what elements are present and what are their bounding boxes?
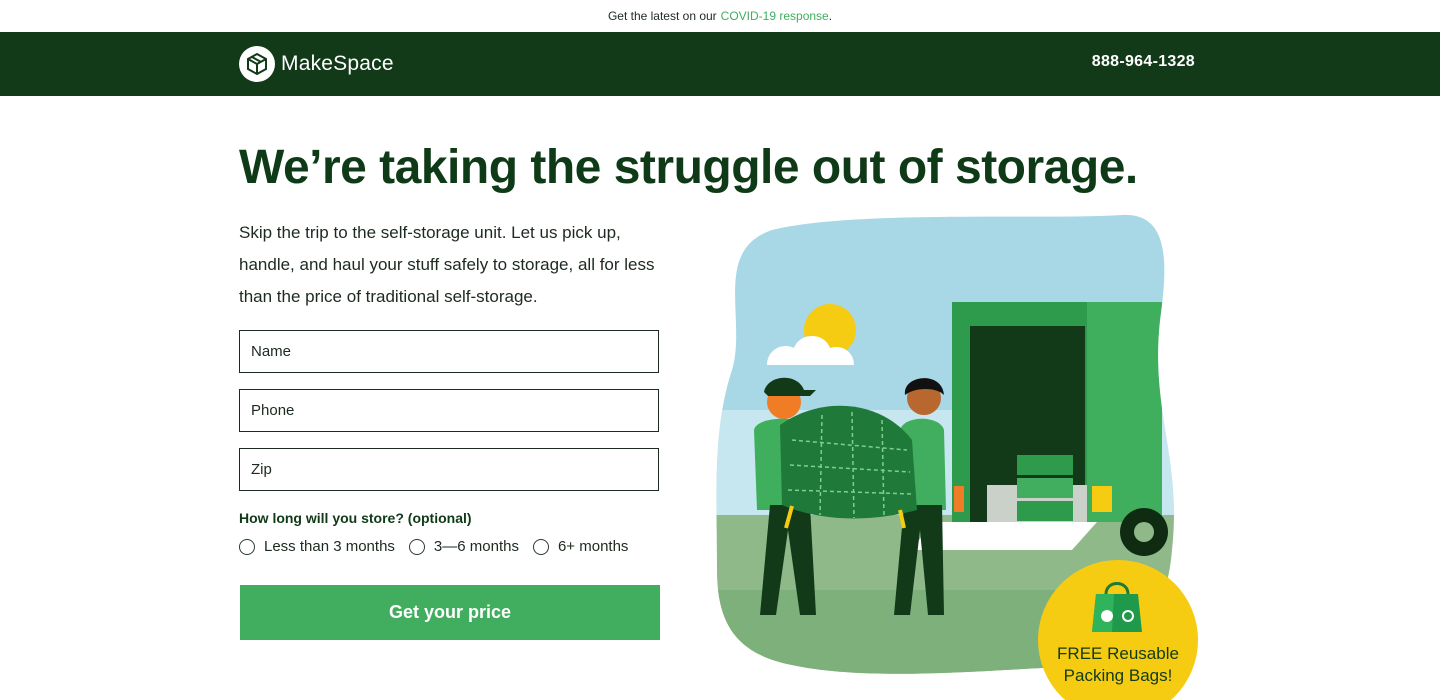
phone-number-link[interactable]: 888-964-1328 bbox=[1092, 53, 1195, 71]
covid-response-link[interactable]: COVID-19 response bbox=[721, 9, 829, 23]
phone-field[interactable] bbox=[239, 389, 659, 432]
radio-label: Less than 3 months bbox=[264, 538, 395, 555]
radio-6-plus-months[interactable]: 6+ months bbox=[532, 538, 629, 555]
box-logo-icon bbox=[239, 46, 275, 82]
packing-bag-icon bbox=[1092, 582, 1142, 632]
announcement-suffix: . bbox=[828, 9, 833, 23]
zip-input[interactable] bbox=[251, 449, 658, 490]
name-field[interactable] bbox=[239, 330, 659, 373]
radio-button[interactable] bbox=[532, 538, 549, 555]
radio-label: 3—6 months bbox=[433, 538, 519, 555]
announcement-text: Get the latest on our bbox=[607, 9, 717, 23]
get-your-price-button[interactable]: Get your price bbox=[240, 585, 660, 640]
storage-duration-label: How long will you store? (optional) bbox=[239, 510, 472, 526]
name-input[interactable] bbox=[251, 331, 658, 372]
badge-line-2: Packing Bags! bbox=[1063, 666, 1173, 685]
radio-3-to-6-months[interactable]: 3—6 months bbox=[408, 538, 519, 555]
site-header: MakeSpace 888-964-1328 bbox=[0, 32, 1440, 96]
radio-label: 6+ months bbox=[557, 538, 629, 555]
radio-button[interactable] bbox=[239, 538, 255, 555]
logo-text: MakeSpace bbox=[281, 52, 394, 75]
radio-button[interactable] bbox=[408, 538, 425, 555]
storage-duration-options: Less than 3 months 3—6 months 6+ months bbox=[239, 538, 642, 555]
badge-line-1: FREE Reusable bbox=[1057, 644, 1179, 663]
page-headline: We’re taking the struggle out of storage… bbox=[239, 141, 1138, 194]
logo[interactable]: MakeSpace bbox=[239, 46, 394, 82]
intro-paragraph: Skip the trip to the self-storage unit. … bbox=[239, 223, 655, 306]
zip-field[interactable] bbox=[239, 448, 659, 491]
badge-text: FREE Reusable Packing Bags! bbox=[1038, 643, 1198, 687]
radio-less-than-3-months[interactable]: Less than 3 months bbox=[239, 538, 395, 555]
announcement-bar: Get the latest on our COVID-19 response … bbox=[0, 0, 1440, 32]
phone-input[interactable] bbox=[251, 390, 658, 431]
